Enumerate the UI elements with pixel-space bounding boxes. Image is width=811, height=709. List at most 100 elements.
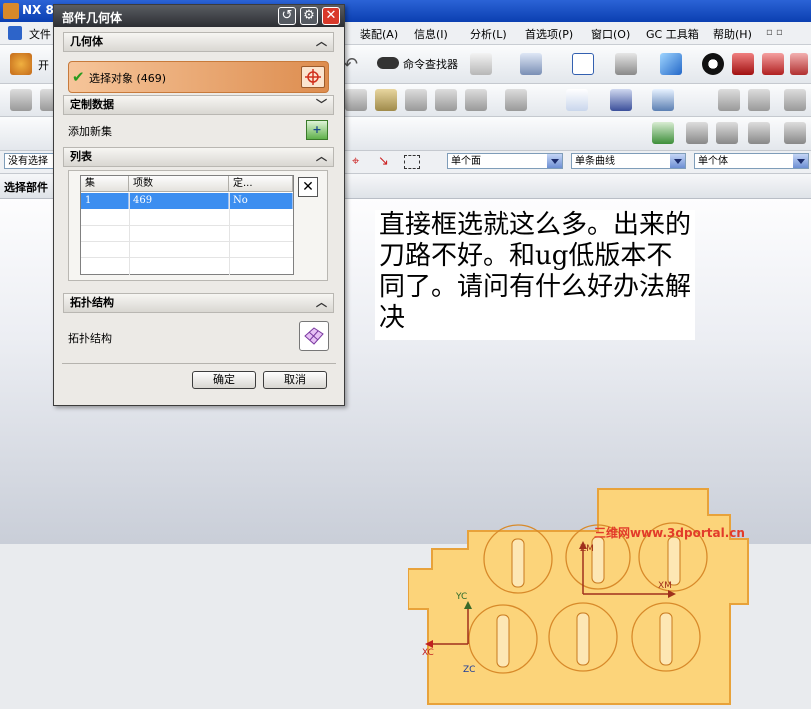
verify-icon[interactable] <box>652 122 674 144</box>
face-rule-value: 单个面 <box>451 156 481 167</box>
check-icon: ✔ <box>72 68 85 86</box>
add-new-set-button[interactable]: + <box>306 120 328 140</box>
section-topology-label: 拓扑结构 <box>70 296 114 309</box>
start-label[interactable]: 开 <box>38 57 49 73</box>
command-finder-label[interactable]: 命令查找器 <box>403 56 458 72</box>
part-geometry-dialog: 部件几何体 ↺ ⚙ ✕ 几何体 ︿ ✔ 选择对象 (469) 定制数据 ﹀ 添加… <box>53 4 345 406</box>
crosshair-icon <box>305 69 321 85</box>
dropdown-arrow-icon <box>793 154 808 168</box>
delete-set-button[interactable]: ✕ <box>298 177 318 197</box>
menu-window[interactable]: 窗口(O) <box>591 26 630 42</box>
face-rule-select[interactable]: 单个面 <box>447 153 563 169</box>
table-cell-custom[interactable]: No <box>229 193 293 209</box>
table-gridline <box>81 257 293 258</box>
feature-tool-7-icon[interactable] <box>465 89 487 111</box>
menu-extra-icons: ▫ ▫ <box>766 27 783 38</box>
select-object-row[interactable]: ✔ 选择对象 (469) <box>68 61 329 93</box>
shaded-cube-icon[interactable] <box>660 53 682 75</box>
section-list-label: 列表 <box>70 150 92 163</box>
xc-axis-label: XC <box>422 648 434 658</box>
dialog-titlebar[interactable]: 部件几何体 ↺ ⚙ ✕ <box>54 5 344 27</box>
feature-tool-4-icon[interactable] <box>375 89 397 111</box>
select-flag-icon[interactable] <box>566 89 588 111</box>
feature-tool-11-icon[interactable] <box>784 89 806 111</box>
section-custom-data-header[interactable]: 定制数据 ﹀ <box>63 95 334 115</box>
close-icon[interactable]: ✕ <box>322 7 340 25</box>
menu-gc-toolbox[interactable]: GC 工具箱 <box>646 26 699 42</box>
question-annotation: 直接框选就这么多。出来的刀路不好。和ug低版本不同了。请问有什么好办法解决 <box>375 210 695 340</box>
table-cell-count[interactable]: 469 <box>129 193 229 209</box>
navigator-label: 选择部件 <box>4 181 48 194</box>
zm-axis-label: ZM <box>580 544 594 554</box>
feature-tool-10-icon[interactable] <box>748 89 770 111</box>
yc-axis-label: YC <box>455 592 467 602</box>
pipe-icon[interactable] <box>652 89 674 111</box>
table-cell-set[interactable]: 1 <box>81 193 129 209</box>
select-object-label: 选择对象 (469) <box>89 72 167 85</box>
curve-rule-select[interactable]: 单条曲线 <box>571 153 686 169</box>
orient-view-icon[interactable] <box>615 53 637 75</box>
binoculars-icon[interactable] <box>377 57 399 69</box>
section-topology-header[interactable]: 拓扑结构 ︿ <box>63 293 334 313</box>
fit-view-icon[interactable] <box>572 53 594 75</box>
red-assembly-icon[interactable] <box>762 53 784 75</box>
section-geometry-label: 几何体 <box>70 35 103 48</box>
feature-tool-1-icon[interactable] <box>10 89 32 111</box>
body-rule-select[interactable]: 单个体 <box>694 153 809 169</box>
dialog-title: 部件几何体 <box>62 11 123 25</box>
section-custom-data-label: 定制数据 <box>70 98 114 111</box>
reset-icon[interactable]: ↺ <box>278 7 296 25</box>
table-gridline <box>129 193 130 275</box>
red-part-icon[interactable] <box>790 53 808 75</box>
type-filter-select[interactable]: 没有选择 <box>4 153 56 169</box>
expand-chevron-icon: ﹀ <box>316 98 327 111</box>
add-new-set-label: 添加新集 <box>68 125 112 138</box>
feature-tool-6-icon[interactable] <box>435 89 457 111</box>
feature-tool-9-icon[interactable] <box>718 89 740 111</box>
menu-analysis[interactable]: 分析(L) <box>470 26 507 42</box>
ok-button[interactable]: 确定 <box>192 371 256 389</box>
star-tool-icon[interactable] <box>470 53 492 75</box>
part-model[interactable]: YC XC ZC XM ZM <box>408 479 768 709</box>
col-header-custom[interactable]: 定... <box>229 176 293 192</box>
yin-yang-icon[interactable] <box>702 53 724 75</box>
menu-assembly[interactable]: 装配(A) <box>360 26 398 42</box>
cam-tool-2-icon[interactable] <box>716 122 738 144</box>
topology-button[interactable] <box>299 321 329 351</box>
cam-tool-4-icon[interactable] <box>784 122 806 144</box>
select-flag-2-icon[interactable] <box>610 89 632 111</box>
menu-preferences[interactable]: 首选项(P) <box>525 26 573 42</box>
snap-point-icon[interactable]: ⌖ <box>352 154 359 169</box>
app-title: NX 8 <box>22 3 54 17</box>
section-geometry-header[interactable]: 几何体 ︿ <box>63 32 334 52</box>
snap-arrow-icon[interactable]: ↘ <box>378 154 389 169</box>
col-header-set[interactable]: 集 <box>81 176 129 192</box>
collapse-chevron-icon: ︿ <box>316 150 327 163</box>
feature-tool-5-icon[interactable] <box>405 89 427 111</box>
box-select-icon[interactable] <box>404 155 420 169</box>
menu-info[interactable]: 信息(I) <box>414 26 448 42</box>
crosshair-select-button[interactable] <box>301 66 325 88</box>
cancel-button[interactable]: 取消 <box>263 371 327 389</box>
feature-tool-8-icon[interactable] <box>505 89 527 111</box>
curve-rule-value: 单条曲线 <box>575 156 615 167</box>
site-watermark: 三维网www.3dportal.cn <box>594 526 745 540</box>
set-table[interactable]: 集 项数 定... 1 469 No <box>80 175 294 275</box>
dropdown-arrow-icon <box>547 154 562 168</box>
cam-tool-3-icon[interactable] <box>748 122 770 144</box>
undo-icon[interactable]: ↶ <box>343 54 358 75</box>
feature-tool-3-icon[interactable] <box>345 89 367 111</box>
body-rule-value: 单个体 <box>698 156 728 167</box>
menu-file[interactable]: 文件 <box>29 26 51 42</box>
info-dropdown-icon[interactable] <box>520 53 542 75</box>
topology-label: 拓扑结构 <box>68 332 112 345</box>
col-header-count[interactable]: 项数 <box>129 176 229 192</box>
gear-icon[interactable]: ⚙ <box>300 7 318 25</box>
cam-tool-1-icon[interactable] <box>686 122 708 144</box>
table-gridline <box>81 225 293 226</box>
start-icon[interactable] <box>10 53 32 75</box>
red-block-icon[interactable] <box>732 53 754 75</box>
collapse-chevron-icon: ︿ <box>316 296 327 309</box>
menu-help[interactable]: 帮助(H) <box>713 26 752 42</box>
section-list-header[interactable]: 列表 ︿ <box>63 147 334 167</box>
